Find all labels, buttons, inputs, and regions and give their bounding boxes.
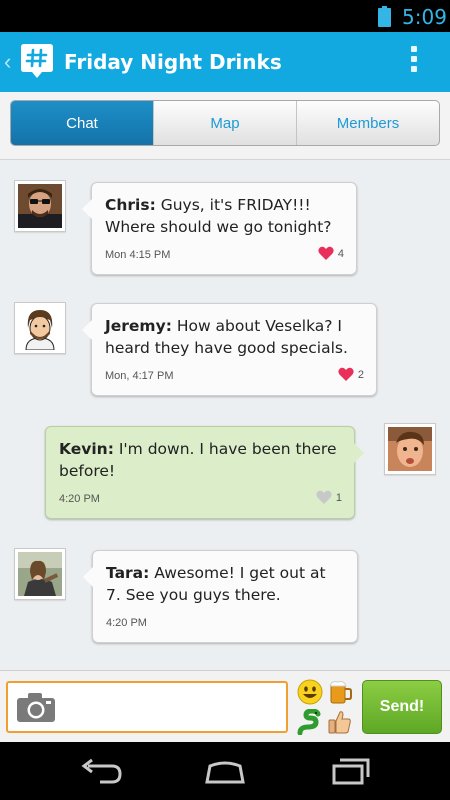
group-title: Friday Night Drinks	[64, 50, 282, 74]
tab-members[interactable]: Members	[296, 101, 439, 145]
heart-icon	[316, 490, 332, 504]
message-input[interactable]	[6, 681, 288, 733]
avatar-jeremy[interactable]	[14, 302, 66, 354]
composer-bar: Send!	[0, 670, 450, 742]
smiley-icon	[297, 679, 323, 705]
message-timestamp: 4:20 PM	[106, 617, 147, 629]
camera-icon[interactable]	[16, 691, 56, 723]
back-icon[interactable]	[78, 756, 124, 786]
up-navigation-icon[interactable]: ‹	[4, 49, 11, 75]
like-button[interactable]: 4	[318, 246, 344, 261]
action-bar: ‹ Friday Night Drinks	[0, 32, 450, 92]
snake-icon	[297, 709, 321, 735]
like-count: 2	[357, 368, 364, 381]
chat-list[interactable]: Chris: Guys, it's FRIDAY!!! Where should…	[0, 160, 450, 670]
like-button[interactable]: 1	[316, 490, 342, 505]
message-timestamp: Mon 4:15 PM	[105, 249, 171, 261]
like-count: 4	[337, 247, 344, 260]
avatar-tara[interactable]	[14, 548, 66, 600]
avatar-chris[interactable]	[14, 180, 66, 232]
tab-bar: Chat Map Members	[10, 100, 440, 146]
heart-icon	[318, 246, 334, 260]
groupme-logo-icon[interactable]	[20, 42, 54, 80]
message-bubble[interactable]: Kevin: I'm down. I have been there befor…	[45, 426, 364, 519]
status-clock: 5:09	[402, 5, 447, 29]
like-count: 1	[335, 491, 342, 504]
message-sender: Chris:	[105, 196, 156, 214]
heart-icon	[338, 367, 354, 381]
message-timestamp: Mon, 4:17 PM	[105, 370, 174, 382]
like-button[interactable]: 2	[338, 367, 364, 382]
message-text: Kevin: I'm down. I have been there befor…	[59, 438, 342, 482]
message-text: Chris: Guys, it's FRIDAY!!! Where should…	[105, 194, 344, 238]
home-icon[interactable]	[202, 756, 248, 786]
beer-icon	[329, 681, 352, 704]
message-text: Jeremy: How about Veselka? I heard they …	[105, 315, 364, 359]
message-sender: Kevin:	[59, 440, 114, 458]
battery-icon	[378, 6, 391, 27]
message-text: Tara: Awesome! I get out at 7. See you g…	[106, 562, 345, 606]
emoji-picker-button[interactable]	[297, 679, 355, 737]
message-bubble[interactable]: Jeremy: How about Veselka? I heard they …	[82, 303, 377, 396]
recent-apps-icon[interactable]	[328, 756, 374, 786]
status-bar: 5:09	[0, 0, 450, 32]
tab-map[interactable]: Map	[153, 101, 296, 145]
message-sender: Jeremy:	[105, 317, 172, 335]
tab-chat[interactable]: Chat	[11, 101, 153, 145]
send-button[interactable]: Send!	[362, 680, 442, 734]
message-bubble[interactable]: Tara: Awesome! I get out at 7. See you g…	[83, 550, 358, 643]
overflow-menu-icon[interactable]	[408, 46, 420, 78]
thumbs-up-icon	[328, 711, 351, 734]
system-navigation-bar	[0, 742, 450, 800]
message-bubble[interactable]: Chris: Guys, it's FRIDAY!!! Where should…	[82, 182, 357, 275]
message-sender: Tara:	[106, 564, 150, 582]
tab-bar-container: Chat Map Members	[0, 92, 450, 160]
message-timestamp: 4:20 PM	[59, 493, 100, 505]
avatar-kevin[interactable]	[384, 423, 436, 475]
